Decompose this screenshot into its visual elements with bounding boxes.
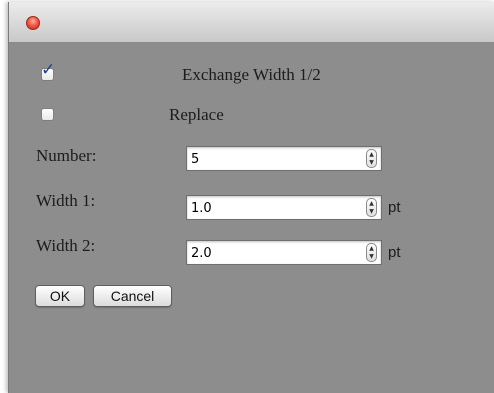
width2-stepper[interactable]: ▲ ▼ bbox=[366, 243, 377, 262]
stepper-up-icon: ▲ bbox=[369, 200, 374, 207]
stepper-down-icon: ▼ bbox=[369, 253, 374, 260]
exchange-width-label: Exchange Width 1/2 bbox=[182, 65, 321, 84]
close-button[interactable] bbox=[26, 16, 40, 30]
width1-unit: pt bbox=[388, 199, 401, 216]
cancel-button[interactable]: Cancel bbox=[93, 285, 172, 307]
width1-field[interactable]: ▲ ▼ bbox=[186, 195, 382, 220]
number-stepper[interactable]: ▲ ▼ bbox=[366, 149, 377, 168]
stepper-down-icon: ▼ bbox=[369, 208, 374, 215]
width2-field[interactable]: ▲ ▼ bbox=[186, 240, 382, 265]
number-input[interactable] bbox=[191, 149, 341, 169]
replace-checkbox[interactable] bbox=[41, 108, 54, 121]
dialog-window: ✓ Exchange Width 1/2 Replace Number: ▲ ▼… bbox=[8, 2, 494, 393]
width1-label: Width 1: bbox=[36, 191, 96, 210]
number-field[interactable]: ▲ ▼ bbox=[186, 146, 382, 171]
title-bar bbox=[9, 2, 494, 43]
replace-label: Replace bbox=[169, 105, 224, 124]
width2-unit: pt bbox=[388, 244, 401, 261]
ok-button[interactable]: OK bbox=[35, 285, 85, 307]
width2-label: Width 2: bbox=[36, 236, 96, 255]
checkmark-icon: ✓ bbox=[41, 60, 56, 80]
width2-input[interactable] bbox=[191, 243, 341, 263]
width1-input[interactable] bbox=[191, 198, 341, 218]
width1-stepper[interactable]: ▲ ▼ bbox=[366, 198, 377, 217]
stepper-up-icon: ▲ bbox=[369, 151, 374, 158]
number-label: Number: bbox=[36, 146, 97, 165]
stepper-up-icon: ▲ bbox=[369, 245, 374, 252]
exchange-width-checkbox[interactable]: ✓ bbox=[41, 62, 55, 81]
stepper-down-icon: ▼ bbox=[369, 159, 374, 166]
